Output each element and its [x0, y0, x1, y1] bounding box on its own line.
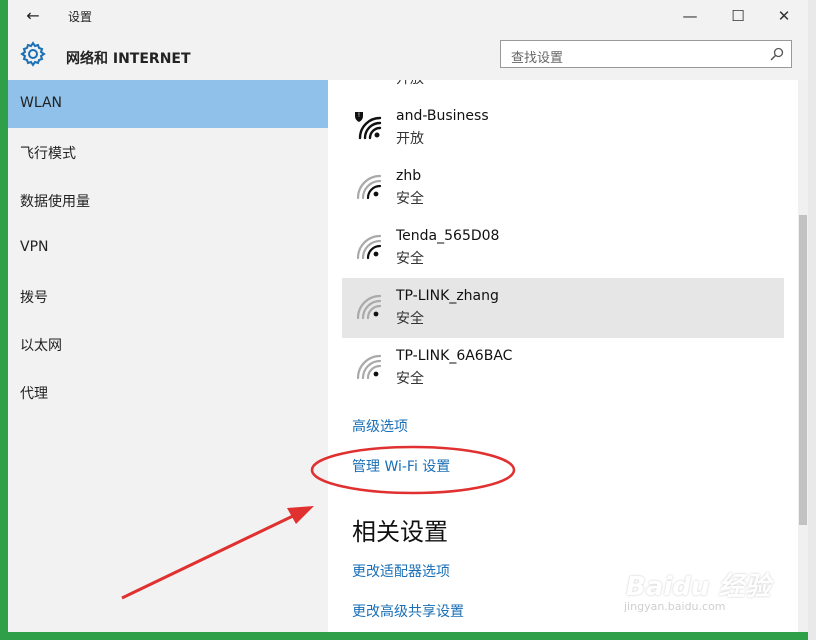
search-placeholder: 查找设置 — [511, 51, 564, 66]
scrollbar-thumb[interactable] — [799, 215, 807, 525]
network-ssid: zhb — [396, 168, 422, 184]
scrollbar[interactable] — [798, 80, 808, 632]
sidebar-item-data-usage[interactable]: 数据使用量 — [8, 176, 328, 224]
sidebar-item-proxy[interactable]: 代理 — [8, 368, 328, 416]
sidebar-item-label: 拨号 — [20, 290, 48, 306]
network-status: 安全 — [396, 191, 424, 207]
maximize-button[interactable]: ☐ — [720, 4, 756, 28]
minimize-button[interactable]: — — [672, 4, 708, 28]
settings-window: ← 设置 — ☐ ✕ 网络和 INTERNET 查找设置 WLAN 飞行模式 数… — [8, 0, 808, 632]
search-icon[interactable] — [769, 46, 785, 62]
svg-text:!: ! — [358, 112, 360, 119]
adapter-options-link[interactable]: 更改适配器选项 — [352, 561, 450, 581]
sidebar-item-airplane-mode[interactable]: 飞行模式 — [8, 128, 328, 176]
network-status: 安全 — [396, 371, 424, 387]
network-item-selected[interactable]: TP-LINK_zhang 安全 — [342, 278, 784, 338]
network-status: 开放 — [396, 131, 424, 147]
network-ssid: TP-LINK_zhang — [396, 288, 499, 304]
sidebar-item-vpn[interactable]: VPN — [8, 224, 328, 272]
watermark-url: jingyan.baidu.com — [624, 600, 726, 613]
wifi-icon — [356, 294, 382, 320]
sidebar-item-label: WLAN — [20, 95, 63, 111]
sidebar-item-label: VPN — [20, 239, 49, 255]
network-status: 安全 — [396, 251, 424, 267]
network-status: 安全 — [396, 311, 424, 327]
window-title: 设置 — [68, 10, 93, 24]
network-status: 开放 — [396, 80, 424, 88]
network-item[interactable]: ! and-Business 开放 — [342, 98, 784, 158]
network-item[interactable]: TP-LINK_6A6BAC 安全 — [342, 338, 784, 398]
sidebar: WLAN 飞行模式 数据使用量 VPN 拨号 以太网 代理 — [8, 80, 328, 632]
back-button[interactable]: ← — [22, 6, 44, 26]
sidebar-item-label: 代理 — [20, 386, 48, 402]
wifi-icon — [356, 354, 382, 380]
related-settings-heading: 相关设置 — [352, 518, 448, 546]
wifi-network-list: 开放 ! and-Business 开放 — [328, 80, 798, 632]
sidebar-item-label: 数据使用量 — [20, 194, 90, 210]
title-bar: ← 设置 — ☐ ✕ — [8, 0, 808, 32]
network-ssid: TP-LINK_6A6BAC — [396, 348, 513, 364]
advanced-options-link[interactable]: 高级选项 — [352, 416, 408, 436]
sidebar-item-dialup[interactable]: 拨号 — [8, 272, 328, 320]
search-input[interactable]: 查找设置 — [500, 40, 792, 68]
close-button[interactable]: ✕ — [766, 4, 802, 28]
network-item[interactable]: Tenda_565D08 安全 — [342, 218, 784, 278]
watermark-logo: Baidu 经验 — [626, 572, 771, 602]
wifi-icon — [356, 174, 382, 200]
wifi-warning-icon: ! — [355, 112, 382, 140]
advanced-sharing-link[interactable]: 更改高级共享设置 — [352, 601, 464, 621]
sidebar-item-label: 飞行模式 — [20, 146, 76, 162]
sidebar-item-label: 以太网 — [20, 338, 62, 354]
network-ssid: and-Business — [396, 108, 489, 124]
page-header: 网络和 INTERNET 查找设置 — [8, 32, 808, 80]
network-item[interactable]: 开放 — [342, 80, 784, 98]
baidu-watermark: Baidu 经验 jingyan.baidu.com — [612, 566, 772, 622]
wifi-icon — [354, 80, 384, 82]
network-ssid: Tenda_565D08 — [396, 228, 500, 244]
sidebar-item-ethernet[interactable]: 以太网 — [8, 320, 328, 368]
wifi-icon — [356, 234, 382, 260]
sidebar-item-wlan[interactable]: WLAN — [8, 80, 328, 128]
network-item[interactable]: zhb 安全 — [342, 158, 784, 218]
background-window-edge — [808, 0, 816, 640]
gear-icon — [20, 41, 46, 67]
page-title: 网络和 INTERNET — [66, 51, 191, 67]
manage-wifi-settings-link[interactable]: 管理 Wi-Fi 设置 — [352, 456, 450, 476]
